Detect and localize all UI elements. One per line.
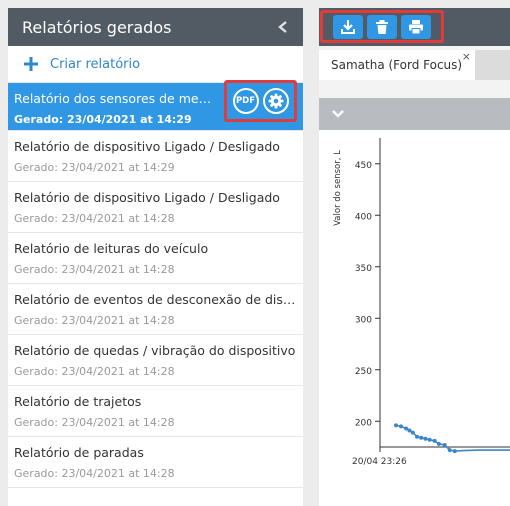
tab-strip [475,50,510,80]
y-tick-label: 350 [355,264,372,274]
data-point [442,442,447,447]
y-tick-label: 250 [355,367,372,377]
print-button[interactable] [401,14,431,39]
settings-button[interactable] [262,88,289,114]
create-report-label: Criar relatório [50,56,141,72]
data-point [419,435,424,440]
report-viewer: Samatha (Ford Focus) × 200 250 300 350 400 45… [319,8,510,506]
report-date: Gerado: 23/04/2021 at 14:28 [14,416,175,429]
report-item[interactable]: Relatório de dispositivo Ligado / Deslig… [8,182,303,233]
data-point [423,436,428,441]
toolbar-actions [320,10,444,43]
y-tick-label: 200 [355,418,372,428]
pdf-button[interactable]: PDF [232,88,259,114]
report-title: Relatório de leituras do veículo [14,241,209,256]
sensor-chart: 200 250 300 350 400 450 Valor do sensor, L 20/0… [333,138,510,467]
data-point [452,449,457,454]
report-item[interactable]: Relatório de dispositivo Ligado / Deslig… [8,131,303,182]
reports-header: Relatórios gerados [8,8,303,46]
report-item[interactable]: Relatório de eventos de desconexão de di… [8,284,303,335]
data-point [399,424,404,429]
report-item[interactable]: Relatório de trajetos Gerado: 23/04/2021… [8,386,303,437]
report-title: Relatório de eventos de desconexão de di… [14,292,297,307]
data-point [415,434,419,439]
report-item[interactable]: Relatório de paradas Gerado: 23/04/2021 … [8,437,303,488]
report-item-selected[interactable]: Relatório dos sensores de medição Gerado… [8,80,303,131]
data-point [404,426,409,431]
gear-icon [268,93,283,109]
printer-icon [409,19,423,34]
y-tick-label: 400 [355,212,372,222]
plus-icon [24,57,38,71]
x-tick-label: 20/04 23:26 [352,457,407,467]
tab-row: Samatha (Ford Focus) × [319,46,510,80]
y-tick-label: 450 [355,161,372,171]
report-title: Relatório de trajetos [14,394,142,409]
y-tick-label: 300 [355,315,372,325]
report-title: Relatório de dispositivo Ligado / Deslig… [14,139,280,154]
report-date: Gerado: 23/04/2021 at 14:28 [14,212,175,225]
data-point [447,448,452,453]
report-title: Relatório dos sensores de medição [14,91,214,106]
reports-panel: Relatórios gerados Criar relatório Relat… [8,8,303,506]
delete-button[interactable] [367,14,397,39]
chart-header [319,98,510,130]
pdf-label: PDF [235,96,256,106]
report-item[interactable]: Relatório de quedas / vibração do dispos… [8,335,303,386]
data-point [427,437,432,442]
report-date: Gerado: 23/04/2021 at 14:29 [14,161,175,174]
data-point [432,438,437,443]
reports-title: Relatórios gerados [22,17,172,37]
report-date: Gerado: 23/04/2021 at 14:28 [14,263,175,276]
create-report-link[interactable]: Criar relatório [8,46,303,83]
download-icon [341,19,355,34]
report-title: Relatório de quedas / vibração do dispos… [14,343,296,358]
report-title: Relatório de paradas [14,445,144,460]
report-date: Gerado: 23/04/2021 at 14:28 [14,365,175,378]
data-point [394,423,398,428]
report-date: Gerado: 23/04/2021 at 14:28 [14,467,175,480]
report-list: Relatório dos sensores de medição Gerado… [8,80,303,488]
viewer-toolbar [319,8,510,46]
report-actions: PDF [224,80,297,122]
chevron-left-icon[interactable] [277,20,289,34]
chart-card: 200 250 300 350 400 450 Valor do sensor, L 20/0… [319,98,510,506]
download-button[interactable] [333,14,363,39]
tab-label: Samatha (Ford Focus) [331,58,463,72]
chevron-down-icon[interactable] [331,109,345,119]
report-item[interactable]: Relatório de leituras do veículo Gerado:… [8,233,303,284]
tab-vehicle[interactable]: Samatha (Ford Focus) × [319,50,475,80]
trash-icon [376,19,388,34]
data-point [407,428,412,433]
data-point [410,430,415,435]
report-date: Gerado: 23/04/2021 at 14:28 [14,314,175,327]
report-title: Relatório de dispositivo Ligado / Deslig… [14,190,280,205]
y-axis-label: Valor do sensor, L [333,150,343,226]
data-point [436,441,441,446]
close-icon[interactable]: × [462,50,471,63]
